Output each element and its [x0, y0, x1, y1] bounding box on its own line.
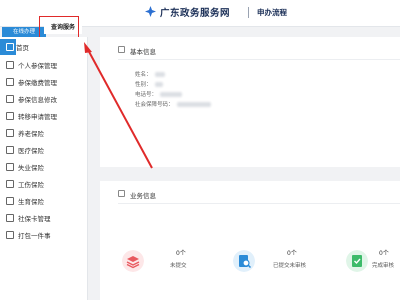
- sidebar-item-package[interactable]: 打包一件事: [0, 227, 88, 243]
- sidebar-item-transfer[interactable]: 转移申请管理: [0, 108, 88, 124]
- divider: [118, 203, 400, 204]
- page: 广东政务服务网 申办流程 在线办理 查询服务 首页 个人参保管理 参保缴费管理 …: [0, 0, 400, 300]
- business-icon: [118, 190, 125, 197]
- sidebar-item-home-label[interactable]: 首页: [16, 39, 88, 55]
- package-icon: [6, 231, 14, 239]
- sidebar: 首页 个人参保管理 参保缴费管理 参保信息修改 转移申请管理 养老保险 医疗保险: [0, 37, 88, 300]
- home-icon: [6, 43, 14, 51]
- card-icon: [6, 214, 14, 222]
- business-info-title: 业务信息: [130, 192, 156, 200]
- check-doc-icon: [346, 250, 368, 272]
- sidebar-item-card-management[interactable]: 社保卡管理: [0, 210, 88, 226]
- sidebar-item-info-edit[interactable]: 参保信息修改: [0, 91, 88, 107]
- divider: [118, 59, 400, 60]
- social-security-number-field: 社会保障号码：: [135, 100, 211, 108]
- sidebar-item-medical[interactable]: 医疗保险: [0, 142, 88, 158]
- sidebar-item-personal-insurance[interactable]: 个人参保管理: [0, 57, 88, 73]
- sidebar-item-payment-management[interactable]: 参保缴费管理: [0, 74, 88, 90]
- sidebar-item-unemployment[interactable]: 失业保险: [0, 159, 88, 175]
- redacted-value: [154, 72, 165, 77]
- review-complete-label: 完成审核: [372, 263, 395, 269]
- site-title[interactable]: 广东政务服务网: [160, 5, 230, 19]
- pension-icon: [6, 129, 14, 137]
- basic-info-title: 基本信息: [130, 48, 156, 56]
- stat-submitted-pending[interactable]: 0个 已提交未审核: [233, 246, 323, 286]
- person-icon: [6, 61, 14, 69]
- header-divider: [248, 7, 249, 18]
- stat-not-submitted[interactable]: 0个 未提交: [122, 246, 212, 286]
- redacted-value: [154, 82, 163, 87]
- payment-icon: [6, 78, 14, 86]
- business-info-panel: 业务信息 0个 未提交 0个 已提交未审核 0个 完成审核: [100, 181, 400, 300]
- unemployment-icon: [6, 163, 14, 171]
- stat-review-complete[interactable]: 0个 完成审核: [346, 246, 400, 286]
- gender-field: 性别：: [135, 80, 163, 88]
- transfer-icon: [6, 112, 14, 120]
- sidebar-item-maternity[interactable]: 生育保险: [0, 193, 88, 209]
- submitted-pending-count: 0个: [287, 250, 297, 257]
- redacted-value: [176, 102, 211, 107]
- logo-icon: [145, 6, 156, 17]
- application-process-link[interactable]: 申办流程: [257, 7, 287, 18]
- not-submitted-label: 未提交: [170, 263, 187, 269]
- info-icon: [118, 46, 125, 53]
- redacted-value: [160, 92, 183, 97]
- review-complete-count: 0个: [379, 250, 389, 257]
- submitted-pending-label: 已提交未审核: [273, 263, 307, 269]
- edit-icon: [6, 95, 14, 103]
- stack-icon: [122, 250, 144, 272]
- search-doc-icon: [233, 250, 255, 272]
- sidebar-item-injury[interactable]: 工伤保险: [0, 176, 88, 192]
- medical-icon: [6, 146, 14, 154]
- maternity-icon: [6, 197, 14, 205]
- sidebar-item-home[interactable]: [0, 39, 16, 55]
- not-submitted-count: 0个: [176, 250, 186, 257]
- injury-icon: [6, 180, 14, 188]
- sidebar-item-pension[interactable]: 养老保险: [0, 125, 88, 141]
- basic-info-panel: 基本信息 姓名： 性别： 电话号： 社会保障号码：: [100, 37, 400, 167]
- phone-field: 电话号：: [135, 90, 183, 98]
- name-field: 姓名：: [135, 70, 165, 78]
